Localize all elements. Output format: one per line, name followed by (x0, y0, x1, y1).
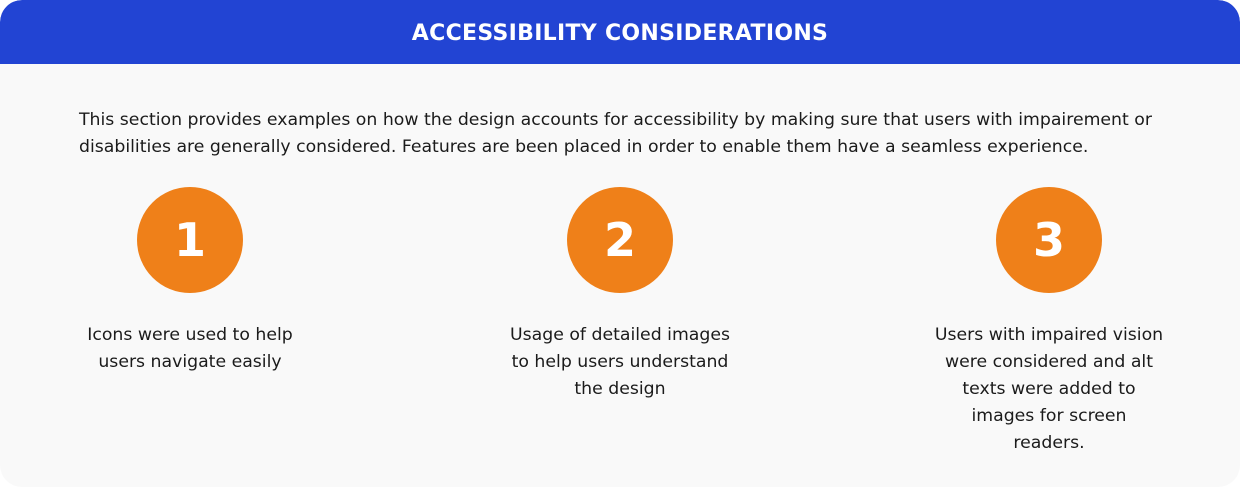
number-badge-2: 2 (567, 187, 673, 293)
section-title: ACCESSIBILITY CONSIDERATIONS (411, 20, 829, 46)
feature-description-2: Usage of detailed images to help users u… (510, 325, 730, 399)
feature-item-1: 1 Icons were used to help users navigate… (60, 187, 320, 376)
intro-paragraph: This section provides examples on how th… (79, 110, 1152, 157)
feature-description-1: Icons were used to help users navigate e… (87, 325, 293, 372)
feature-item-3: 3 Users with impaired vision were consid… (919, 187, 1179, 457)
section-header: ACCESSIBILITY CONSIDERATIONS (0, 0, 1240, 64)
accessibility-card: ACCESSIBILITY CONSIDERATIONS This sectio… (0, 0, 1240, 487)
number-badge-3: 3 (996, 187, 1102, 293)
feature-description-3: Users with impaired vision were consider… (934, 325, 1164, 453)
number-badge-1: 1 (137, 187, 243, 293)
feature-item-2: 2 Usage of detailed images to help users… (490, 187, 750, 403)
